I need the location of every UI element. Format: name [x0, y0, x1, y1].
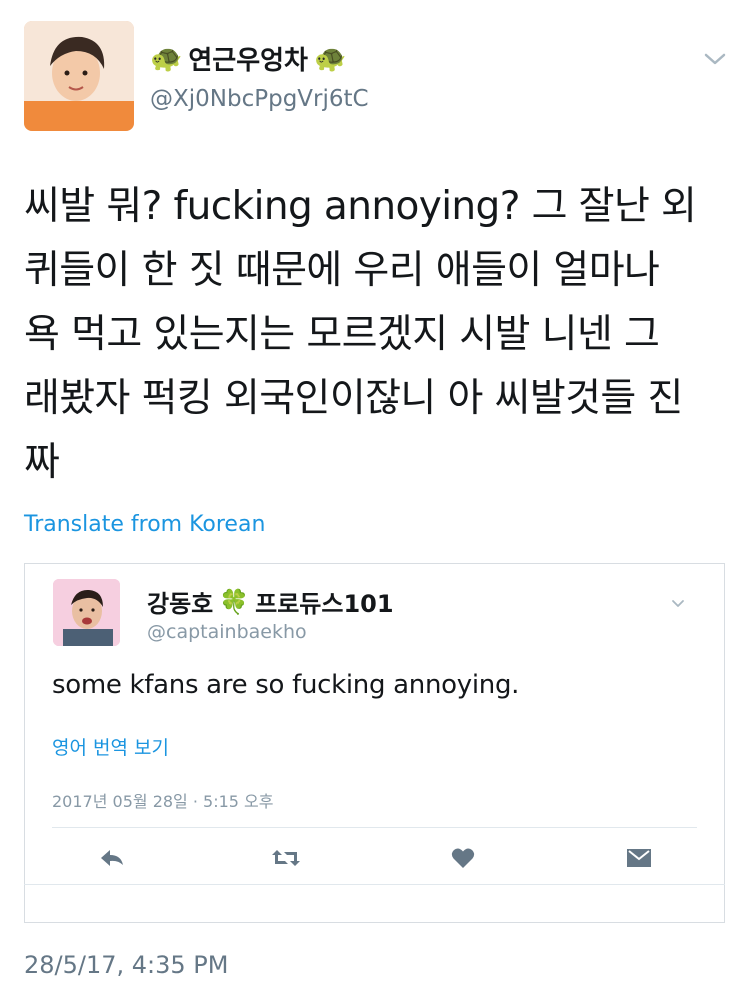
author-name-text: 연근우엉차	[188, 46, 308, 76]
action-bar	[52, 840, 697, 876]
tweet-line: 퀴들이 한 짓 때문에 우리 애들이 얼마나	[24, 248, 660, 293]
tweet-line: 욕 먹고 있는지는 모르겠지 시발 니넨 그	[24, 312, 660, 357]
tweet-timestamp[interactable]: 28/5/17, 4:35 PM	[24, 951, 228, 979]
turtle-icon: 🐢	[313, 43, 347, 74]
quoted-tweet-text: some kfans are so fucking annoying.	[52, 670, 520, 700]
tweet-text: 씨발 뭐? fucking annoying? 그 잘난 외 퀴들이 한 짓 때…	[24, 175, 729, 495]
author-display-name[interactable]: 🐢 연근우엉차 🐢	[150, 40, 346, 77]
tweet-line: 짜	[24, 440, 60, 485]
quoted-name-text: 강동호	[147, 590, 214, 618]
quoted-timestamp[interactable]: 2017년 05월 28일 · 5:15 오후	[52, 788, 273, 812]
reply-icon	[101, 850, 123, 866]
translate-link[interactable]: Translate from Korean	[24, 512, 265, 537]
chevron-down-icon[interactable]	[702, 49, 728, 69]
chevron-down-icon[interactable]	[670, 594, 686, 607]
clover-icon: 🍀	[219, 587, 250, 616]
quoted-avatar-image	[53, 579, 120, 646]
turtle-icon: 🐢	[150, 43, 183, 74]
quoted-avatar[interactable]	[53, 579, 120, 646]
author-avatar-image	[24, 21, 134, 131]
envelope-icon	[627, 849, 651, 867]
divider	[52, 827, 697, 828]
author-avatar[interactable]	[24, 21, 134, 131]
direct-message-button[interactable]	[619, 840, 659, 876]
author-handle[interactable]: @Xj0NbcPpgVrj6tC	[150, 86, 369, 112]
quoted-name-suffix: 프로듀스101	[255, 590, 394, 618]
retweet-icon	[272, 850, 300, 866]
reply-button[interactable]	[92, 840, 132, 876]
tweet-line: 래봤자 퍽킹 외국인이잖니 아 씨발것들 진	[24, 376, 683, 421]
quoted-handle[interactable]: @captainbaekho	[147, 621, 307, 643]
quoted-display-name[interactable]: 강동호 🍀 프로듀스101	[147, 584, 394, 619]
tweet-line: 씨발 뭐? fucking annoying? 그 잘난 외	[24, 184, 697, 229]
heart-icon	[451, 848, 475, 868]
retweet-button[interactable]	[266, 840, 306, 876]
divider	[24, 884, 725, 885]
quoted-translate-link[interactable]: 영어 번역 보기	[52, 733, 169, 760]
like-button[interactable]	[443, 840, 483, 876]
